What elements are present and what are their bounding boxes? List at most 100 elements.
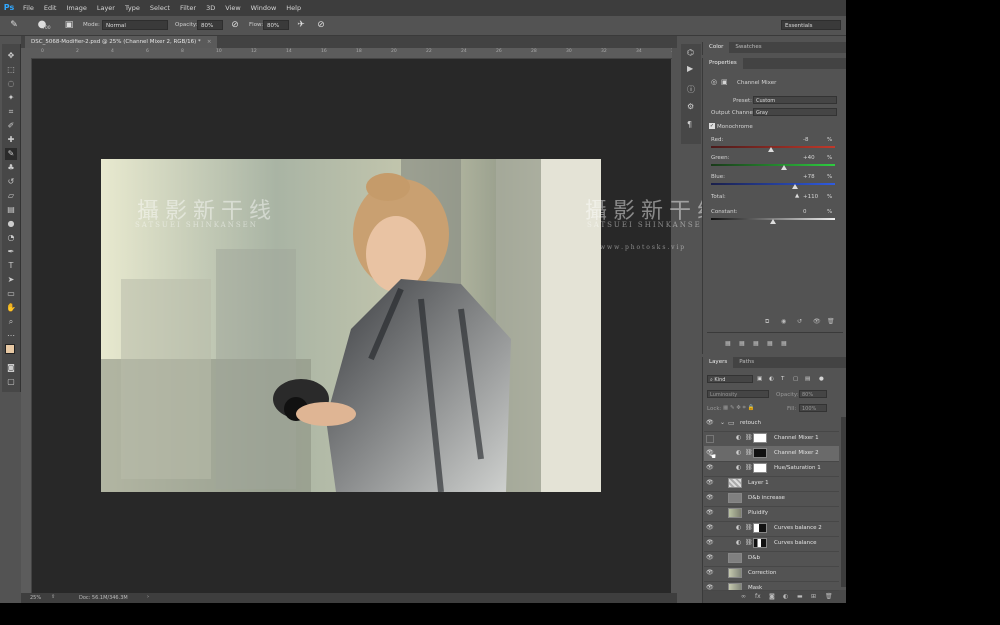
hand-tool-icon[interactable]: ✋ <box>5 302 17 314</box>
menu-filter[interactable]: Filter <box>175 0 201 16</box>
filter-shape-icon[interactable]: ▢ <box>793 376 798 382</box>
airbrush-icon[interactable]: ✈ <box>295 19 307 31</box>
delete-adjustment-icon[interactable]: 🗑 <box>827 318 835 325</box>
eyedropper-tool-icon[interactable]: ✐ <box>5 120 17 132</box>
info-panel-icon[interactable]: ⓘ <box>687 84 695 95</box>
monochrome-checkbox[interactable]: ✓ <box>709 123 715 129</box>
visibility-toggle-off[interactable] <box>706 435 714 443</box>
more-tools-icon[interactable]: ⋯ <box>5 330 17 342</box>
output-channel-select[interactable]: Gray <box>753 108 837 116</box>
tab-properties[interactable]: Properties <box>703 58 743 69</box>
tab-color[interactable]: Color <box>703 42 730 53</box>
filter-toggle-icon[interactable]: ● <box>819 376 824 382</box>
filter-type-icon[interactable]: T <box>781 376 784 382</box>
flow-field[interactable]: 80% <box>263 20 289 30</box>
gradient-tool-icon[interactable]: ▤ <box>5 204 17 216</box>
layer-row-curves-balance-2[interactable]: 👁 ◐ ⛓ Curves balance 2 <box>704 521 839 537</box>
shape-tool-icon[interactable]: ▭ <box>5 288 17 300</box>
layer-row-correction[interactable]: 👁 Correction <box>704 566 839 582</box>
layer-mask-thumbnail[interactable] <box>753 433 767 443</box>
layer-row-retouch[interactable]: 👁 ⌄ ▭ retouch <box>704 416 839 432</box>
screen-mode-icon[interactable]: ▢ <box>5 376 17 388</box>
eye-icon[interactable]: 👁 <box>706 555 714 561</box>
layer-thumbnail[interactable] <box>728 493 742 503</box>
export-icon[interactable]: ⇪ <box>51 594 55 600</box>
eraser-tool-icon[interactable]: ▱ <box>5 190 17 202</box>
path-select-tool-icon[interactable]: ➤ <box>5 274 17 286</box>
green-slider-thumb[interactable] <box>781 165 788 170</box>
adjust-preset-icon-5[interactable]: ▦ <box>781 340 787 347</box>
zoom-level[interactable]: 25% <box>30 595 41 601</box>
menu-select[interactable]: Select <box>145 0 175 16</box>
opacity-field[interactable]: 80% <box>197 20 223 30</box>
quick-mask-icon[interactable]: ◙ <box>5 362 17 374</box>
quick-select-tool-icon[interactable]: ✦ <box>5 92 17 104</box>
workspace-select[interactable]: Essentials <box>781 20 841 30</box>
eye-icon[interactable]: 👁 <box>706 510 714 516</box>
menu-view[interactable]: View <box>220 0 245 16</box>
healing-tool-icon[interactable]: ✚ <box>5 134 17 146</box>
filter-adjustment-icon[interactable]: ◐ <box>769 376 774 382</box>
filter-pixel-icon[interactable]: ▣ <box>757 376 762 382</box>
layer-row-channel-mixer-2[interactable]: 👁 ◐ ⛓ Channel Mixer 2 <box>704 446 839 462</box>
add-mask-icon[interactable]: ◙ <box>769 593 775 600</box>
red-slider-thumb[interactable] <box>767 147 774 152</box>
brush-tool-icon[interactable]: ✎ <box>8 19 20 31</box>
history-brush-tool-icon[interactable]: ↺ <box>5 176 17 188</box>
lasso-tool-icon[interactable]: ◌ <box>5 78 17 90</box>
status-arrow-icon[interactable]: › <box>147 594 149 600</box>
layer-kind-filter[interactable]: ⌕ Kind <box>707 375 753 383</box>
layer-row-layer-1[interactable]: 👁 Layer 1 <box>704 476 839 492</box>
layer-thumbnail[interactable] <box>728 553 742 563</box>
clip-to-layer-icon[interactable]: ⧉ <box>765 318 769 326</box>
menu-type[interactable]: Type <box>120 0 145 16</box>
mode-select[interactable]: Normal <box>102 20 168 30</box>
layer-opacity-field[interactable]: 80% <box>799 390 827 398</box>
dodge-tool-icon[interactable]: ◔ <box>5 232 17 244</box>
new-layer-icon[interactable]: ⊞ <box>811 593 816 600</box>
tab-layers[interactable]: Layers <box>703 357 734 368</box>
foreground-color-swatch[interactable] <box>5 344 15 354</box>
layer-style-icon[interactable]: fx <box>755 593 761 600</box>
menu-file[interactable]: File <box>18 0 39 16</box>
layer-thumbnail[interactable] <box>728 583 742 590</box>
layer-row-mask[interactable]: 👁 Mask <box>704 581 839 591</box>
new-group-icon[interactable]: ▬ <box>797 593 803 600</box>
eye-icon[interactable]: 👁 <box>706 570 714 576</box>
filter-smart-icon[interactable]: ▤ <box>805 376 810 382</box>
view-previous-icon[interactable]: ◉ <box>781 318 786 325</box>
blend-mode-select[interactable]: Luminosity <box>707 390 769 398</box>
adjust-preset-icon-2[interactable]: ▦ <box>739 340 745 347</box>
green-value[interactable]: +40 <box>803 155 815 161</box>
layer-mask-thumbnail[interactable] <box>753 448 767 458</box>
layer-row-db[interactable]: 👁 D&b <box>704 551 839 567</box>
menu-window[interactable]: Window <box>246 0 282 16</box>
menu-image[interactable]: Image <box>61 0 91 16</box>
actions-panel-icon[interactable]: ▶ <box>687 64 693 73</box>
marquee-tool-icon[interactable]: ⬚ <box>5 64 17 76</box>
crop-tool-icon[interactable]: ⌗ <box>5 106 17 118</box>
pressure-size-icon[interactable]: ⊘ <box>315 19 327 31</box>
layer-row-db-increase[interactable]: 👁 D&b increase <box>704 491 839 507</box>
adjust-preset-icon-3[interactable]: ▦ <box>753 340 759 347</box>
new-adjustment-icon[interactable]: ◐ <box>783 593 788 600</box>
constant-value[interactable]: 0 <box>803 209 807 215</box>
menu-help[interactable]: Help <box>281 0 306 16</box>
adjust-preset-icon-4[interactable]: ▦ <box>767 340 773 347</box>
layer-row-channel-mixer-1[interactable]: ◐ ⛓ Channel Mixer 1 <box>704 431 839 447</box>
eye-icon[interactable]: 👁 <box>706 465 714 471</box>
pen-tool-icon[interactable]: ✒ <box>5 246 17 258</box>
layer-mask-thumbnail[interactable] <box>753 463 767 473</box>
history-panel-icon[interactable]: ⌬ <box>687 48 694 57</box>
eye-icon[interactable]: 👁 <box>706 540 714 546</box>
layer-mask-thumbnail[interactable] <box>753 523 767 533</box>
type-tool-icon[interactable]: T <box>5 260 17 272</box>
layer-mask-thumbnail[interactable] <box>753 538 767 548</box>
document-tab[interactable]: DSC_5068-Modifier-2.psd @ 25% (Channel M… <box>25 36 218 48</box>
blue-slider-track[interactable] <box>711 183 835 185</box>
pressure-opacity-icon[interactable]: ⊘ <box>229 19 241 31</box>
menu-edit[interactable]: Edit <box>39 0 62 16</box>
paragraph-panel-icon[interactable]: ¶ <box>687 120 692 129</box>
green-slider-track[interactable] <box>711 164 835 166</box>
blur-tool-icon[interactable]: ● <box>5 218 17 230</box>
